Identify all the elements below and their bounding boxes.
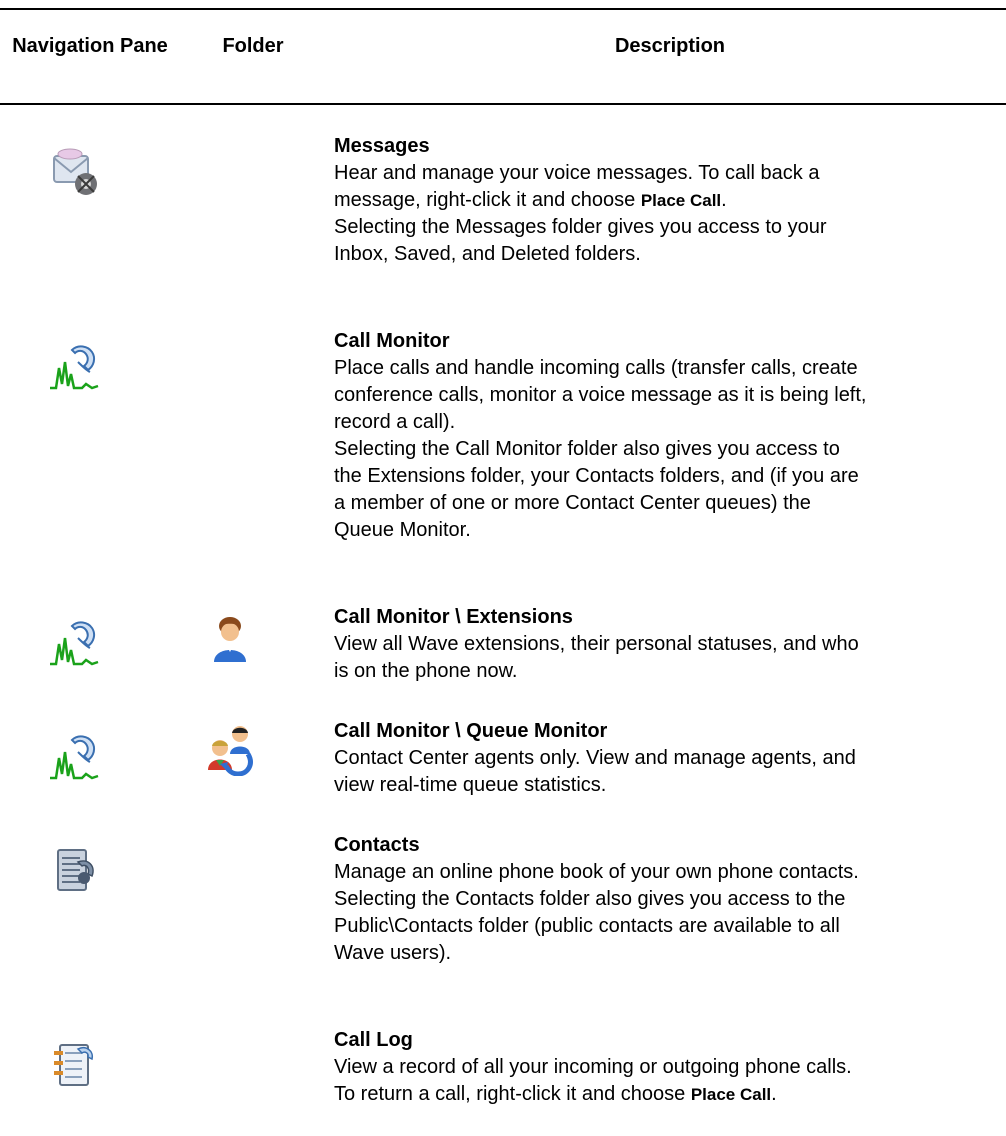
row-title: Call Monitor [334, 330, 450, 352]
desc-line: Selecting the Call Monitor folder also g… [334, 438, 840, 460]
desc-line: conference calls, monitor a voice messag… [334, 384, 867, 406]
queue-monitor-agents-icon [204, 724, 256, 776]
call-monitor-icon [48, 616, 100, 668]
desc-line: record a call). [334, 411, 456, 433]
header-folder: Folder [222, 35, 284, 57]
desc-line: Wave users). [334, 942, 452, 964]
call-log-icon [48, 1039, 100, 1091]
desc-line: view real-time queue statistics. [334, 774, 607, 796]
desc-line: Inbox, Saved, and Deleted folders. [334, 243, 641, 265]
desc-line: View a record of all your incoming or ou… [334, 1056, 852, 1078]
header-navigation-pane: Navigation Pane [12, 35, 168, 57]
call-monitor-icon [48, 340, 100, 392]
row-description: Call Monitor Place calls and handle inco… [334, 328, 994, 544]
row-title: Contacts [334, 834, 420, 856]
table-top-rule [0, 8, 1006, 10]
row-title: Call Monitor \ Queue Monitor [334, 720, 608, 742]
call-monitor-icon [48, 730, 100, 782]
extensions-person-icon [204, 612, 256, 664]
desc-line: is on the phone now. [334, 660, 518, 682]
row-description: Messages Hear and manage your voice mess… [334, 133, 994, 268]
contacts-icon [48, 844, 100, 896]
place-call-command: Place Call [690, 1085, 772, 1104]
desc-line: Selecting the Messages folder gives you … [334, 216, 827, 238]
desc-line: message, right-click it and choose Place… [334, 189, 727, 211]
row-description: Contacts Manage an online phone book of … [334, 832, 994, 967]
row-title: Messages [334, 135, 430, 157]
desc-line: Place calls and handle incoming calls (t… [334, 357, 858, 379]
row-description: Call Log View a record of all your incom… [334, 1027, 994, 1108]
place-call-command: Place Call [640, 191, 722, 210]
desc-line: To return a call, right-click it and cho… [334, 1083, 777, 1105]
desc-line: Contact Center agents only. View and man… [334, 747, 856, 769]
row-title: Call Log [334, 1029, 413, 1051]
messages-icon [48, 146, 100, 198]
desc-line: Selecting the Contacts folder also gives… [334, 888, 846, 910]
row-title: Call Monitor \ Extensions [334, 606, 573, 628]
desc-line: Public\Contacts folder (public contacts … [334, 915, 840, 937]
desc-line: the Extensions folder, your Contacts fol… [334, 465, 859, 487]
desc-line: Manage an online phone book of your own … [334, 861, 859, 883]
desc-line: View all Wave extensions, their personal… [334, 633, 859, 655]
header-description: Description [614, 35, 726, 57]
row-description: Call Monitor \ Queue Monitor Contact Cen… [334, 718, 994, 799]
row-description: Call Monitor \ Extensions View all Wave … [334, 604, 994, 685]
desc-line: a member of one or more Contact Center q… [334, 492, 811, 514]
header-bottom-rule [0, 103, 1006, 105]
desc-line: Hear and manage your voice messages. To … [334, 162, 820, 184]
desc-line: Queue Monitor. [334, 519, 471, 541]
